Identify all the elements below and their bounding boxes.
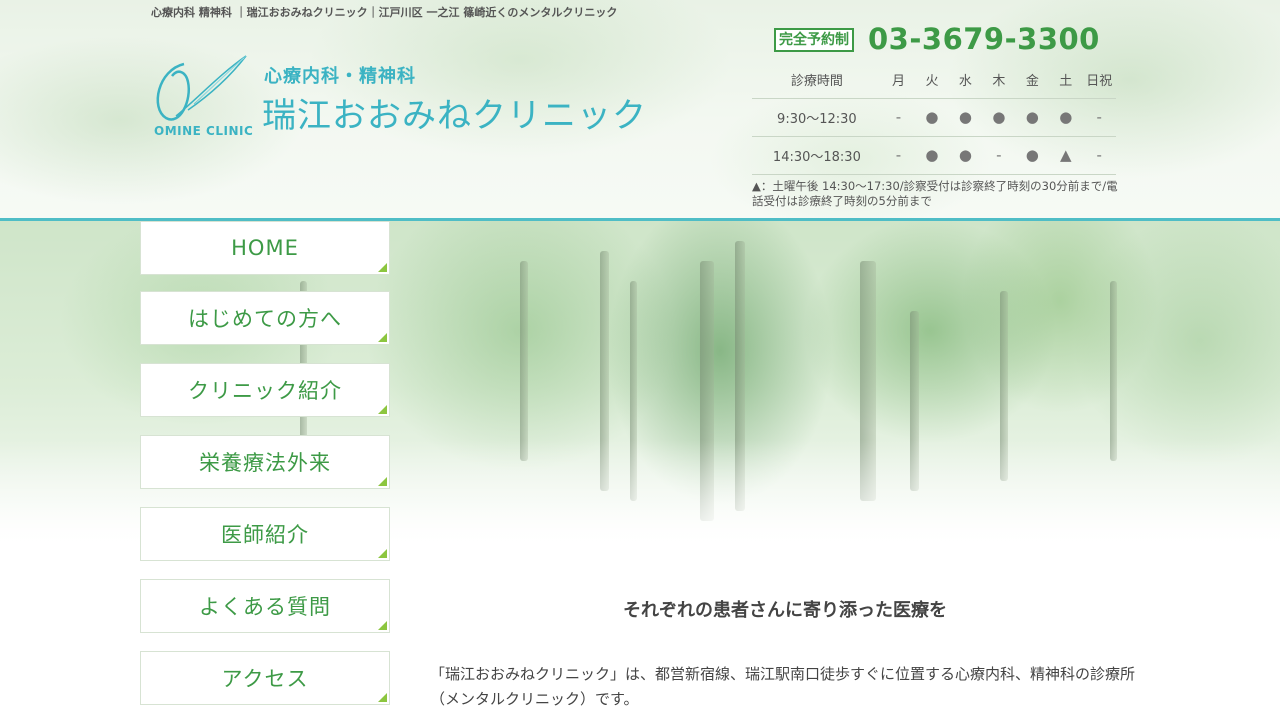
logo-subtitle: 心療内科・精神科	[264, 66, 416, 87]
schedule-cell: ●	[948, 98, 983, 137]
nav-item-faq[interactable]: よくある質問	[140, 579, 390, 633]
nav-item-access[interactable]: アクセス	[140, 651, 390, 705]
schedule-header-cell: 月	[881, 62, 916, 99]
schedule-cell: -	[1082, 98, 1116, 137]
schedule-cell: ●	[982, 98, 1016, 137]
corner-triangle-icon	[378, 405, 387, 414]
nav-item-label: はじめての方へ	[188, 307, 342, 331]
nav-item-nutrition-therapy[interactable]: 栄養療法外来	[140, 435, 390, 489]
schedule-header-cell: 診療時間	[752, 62, 882, 99]
schedule-cell: ●	[1049, 98, 1083, 137]
corner-triangle-icon	[378, 477, 387, 486]
feather-logo-icon	[156, 55, 247, 121]
schedule-row-afternoon: 14:30〜18:30 - ● ● - ● ▲ -	[752, 136, 1116, 175]
schedule-header-cell: 木	[982, 62, 1016, 99]
nav-item-first-visit[interactable]: はじめての方へ	[140, 291, 390, 345]
schedule-cell: -	[881, 98, 916, 137]
nav-item-clinic-intro[interactable]: クリニック紹介	[140, 363, 390, 417]
schedule-header-cell: 火	[915, 62, 949, 99]
schedule-cell: ▲	[1049, 136, 1083, 175]
schedule-cell: ●	[1015, 136, 1050, 175]
corner-triangle-icon	[378, 621, 387, 630]
reservation-badge: 完全予約制	[774, 28, 854, 52]
schedule-header-row: 診療時間 月 火 水 木 金 土 日祝	[752, 62, 1116, 99]
nav-item-label: HOME	[231, 236, 299, 260]
schedule-time-cell: 9:30〜12:30	[752, 98, 882, 137]
schedule-header-cell: 日祝	[1082, 62, 1116, 99]
corner-triangle-icon	[378, 263, 387, 272]
nav-item-label: よくある質問	[199, 595, 331, 619]
nav-item-label: 栄養療法外来	[199, 451, 331, 475]
nav-item-label: クリニック紹介	[188, 379, 342, 403]
schedule-header-cell: 金	[1015, 62, 1050, 99]
schedule-cell: -	[881, 136, 916, 175]
schedule-note: ▲：土曜午後 14:30〜17:30/診察受付は診察終了時刻の30分前まで/電話…	[752, 179, 1118, 208]
logo-english-name: OMINE CLINIC	[154, 124, 254, 138]
corner-triangle-icon	[378, 693, 387, 702]
nav-item-label: アクセス	[221, 667, 309, 691]
consultation-hours-table: 診療時間 月 火 水 木 金 土 日祝 9:30〜12:30 - ● ● ● ●…	[752, 62, 1116, 175]
top-tagline: 心療内科 精神科 ｜瑞江おおみねクリニック｜江戸川区 一之江 篠崎近くのメンタル…	[151, 6, 618, 19]
schedule-cell: ●	[915, 136, 949, 175]
nav-item-doctor-intro[interactable]: 医師紹介	[140, 507, 390, 561]
main-lead-heading: それぞれの患者さんに寄り添った医療を	[623, 600, 947, 621]
schedule-row-morning: 9:30〜12:30 - ● ● ● ● ● -	[752, 98, 1116, 137]
schedule-header-cell: 水	[948, 62, 983, 99]
clinic-logo[interactable]: OMINE CLINIC 心療内科・精神科 瑞江おおみねクリニック	[148, 44, 648, 144]
schedule-time-cell: 14:30〜18:30	[752, 136, 882, 175]
schedule-cell: ●	[1015, 98, 1050, 137]
schedule-cell: -	[1082, 136, 1116, 175]
logo-clinic-name: 瑞江おおみねクリニック	[262, 96, 647, 136]
nav-item-label: 医師紹介	[221, 523, 309, 547]
phone-number[interactable]: 03-3679-3300	[868, 22, 1100, 56]
schedule-cell: ●	[915, 98, 949, 137]
corner-triangle-icon	[378, 333, 387, 342]
main-intro-text: 「瑞江おおみねクリニック」は、都営新宿線、瑞江駅南口徒歩すぐに位置する心療内科、…	[430, 665, 1136, 708]
schedule-cell: -	[982, 136, 1016, 175]
corner-triangle-icon	[378, 549, 387, 558]
nav-item-home[interactable]: HOME	[140, 221, 390, 275]
schedule-header-cell: 土	[1049, 62, 1083, 99]
schedule-cell: ●	[948, 136, 983, 175]
